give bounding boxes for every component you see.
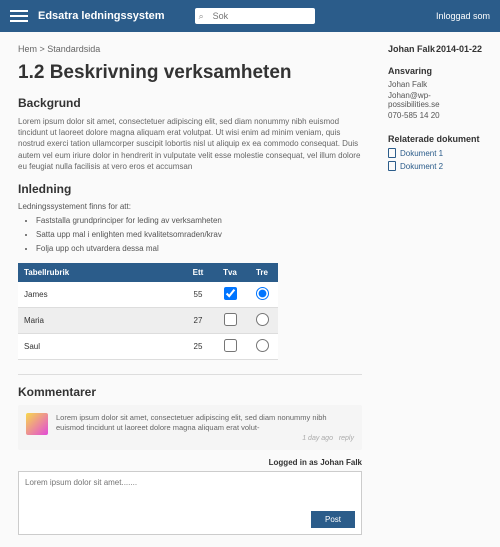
sidebar-responsible-name: Johan Falk [388,80,482,89]
cell-radio[interactable] [246,282,278,308]
post-button[interactable]: Post [311,511,355,528]
sidebar: Johan Falk 2014-01-22 Ansvaring Johan Fa… [380,32,490,547]
comment-reply-link[interactable]: reply [339,435,354,442]
doc-label: Dokument 1 [400,149,443,158]
divider [18,374,362,375]
bullet-item: Faststalla grundprinciper for leding av … [36,216,362,225]
avatar [26,413,48,435]
comment-timestamp: 1 day ago [302,435,333,442]
search-field[interactable]: ⌕ [195,8,315,24]
data-table: Tabellrubrik Ett Tva Tre James 55 Maria … [18,263,278,360]
sidebar-date: 2014-01-22 [436,44,482,54]
intro-bullet-list: Faststalla grundprinciper for leding av … [36,216,362,253]
col-header: Tabellrubrik [18,263,182,282]
login-status: Inloggad som [436,11,490,21]
hamburger-icon[interactable] [10,7,28,25]
sidebar-author: Johan Falk [388,44,435,54]
search-icon: ⌕ [199,11,204,22]
cell-checkbox[interactable] [214,307,246,333]
breadcrumb[interactable]: Hem > Standardsida [18,44,362,54]
cell-name: Maria [18,307,182,333]
doc-label: Dokument 2 [400,162,443,171]
sidebar-docs-heading: Relaterade dokument [388,134,482,144]
section-intro-heading: Inledning [18,182,362,196]
comments-heading: Kommentarer [18,385,362,399]
cell-ett: 25 [182,333,214,359]
comment-form: Post [18,471,362,535]
table-row[interactable]: James 55 [18,282,278,308]
table-header-row: Tabellrubrik Ett Tva Tre [18,263,278,282]
cell-checkbox[interactable] [214,282,246,308]
sidebar-responsible-heading: Ansvaring [388,66,482,76]
related-doc-link[interactable]: Dokument 2 [388,161,482,171]
sidebar-responsible-phone: 070-585 14 20 [388,111,482,120]
cell-name: James [18,282,182,308]
col-header: Tva [214,263,246,282]
bullet-item: Folja upp och utvardera dessa mal [36,244,362,253]
document-icon [388,161,396,171]
app-header: Edsatra ledningssystem ⌕ Inloggad som [0,0,500,32]
page-title: 1.2 Beskrivning verksamheten [18,62,362,84]
cell-ett: 27 [182,307,214,333]
search-input[interactable] [195,8,315,24]
section-intro-lead: Ledningssystement finns for att: [18,202,362,211]
section-background-heading: Backgrund [18,96,362,110]
related-doc-link[interactable]: Dokument 1 [388,148,482,158]
cell-radio[interactable] [246,307,278,333]
document-icon [388,148,396,158]
comment-item: Lorem ipsum dolor sit amet, consectetuer… [18,405,362,451]
comment-text: Lorem ipsum dolor sit amet, consectetuer… [56,413,354,433]
sidebar-responsible-email: Johan@wp-possibilities.se [388,91,482,109]
main-content: Hem > Standardsida 1.2 Beskrivning verks… [0,32,380,547]
col-header: Tre [246,263,278,282]
comment-input[interactable] [25,478,355,504]
col-header: Ett [182,263,214,282]
cell-name: Saul [18,333,182,359]
section-background-body: Lorem ipsum dolor sit amet, consectetuer… [18,116,362,172]
cell-ett: 55 [182,282,214,308]
table-row[interactable]: Maria 27 [18,307,278,333]
cell-radio[interactable] [246,333,278,359]
brand-title: Edsatra ledningssystem [38,10,165,22]
logged-in-as: Logged in as Johan Falk [18,458,362,467]
bullet-item: Satta upp mal i enlighten med kvalitetso… [36,230,362,239]
cell-checkbox[interactable] [214,333,246,359]
table-row[interactable]: Saul 25 [18,333,278,359]
